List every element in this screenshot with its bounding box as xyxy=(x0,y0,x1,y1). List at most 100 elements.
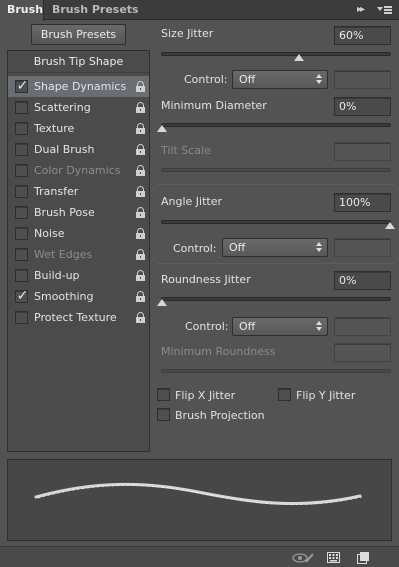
slider-thumb[interactable] xyxy=(385,222,395,229)
lock-icon[interactable] xyxy=(136,186,145,197)
option-checkbox[interactable] xyxy=(15,122,28,135)
double-chevron-right-icon[interactable]: ▸▸ xyxy=(352,3,368,17)
lock-icon[interactable] xyxy=(136,165,145,176)
control-label: Control: xyxy=(173,242,217,255)
brush-option-row[interactable]: Build-up xyxy=(8,265,149,286)
option-checkbox[interactable] xyxy=(15,164,28,177)
lock-icon[interactable] xyxy=(136,249,145,260)
control-extra-field xyxy=(334,317,391,336)
brush-presets-button[interactable]: Brush Presets xyxy=(31,24,126,45)
option-label: Dual Brush xyxy=(34,143,95,156)
option-label: Protect Texture xyxy=(34,311,117,324)
option-checkbox[interactable] xyxy=(15,311,28,324)
tab-brush[interactable]: Brush xyxy=(0,0,44,21)
slider-thumb[interactable] xyxy=(293,54,304,61)
angle-jitter-label: Angle Jitter xyxy=(161,195,223,208)
tilt-scale-value xyxy=(334,142,391,161)
roundness-jitter-slider[interactable] xyxy=(157,297,391,306)
size-jitter-value[interactable]: 60% xyxy=(334,26,391,45)
minimum-roundness-label: Minimum Roundness xyxy=(161,345,276,358)
size-jitter-control-select[interactable]: Off xyxy=(232,70,328,89)
brush-option-row[interactable]: Wet Edges xyxy=(8,244,149,265)
roundness-jitter-label: Roundness Jitter xyxy=(161,273,251,286)
stroke-preview-graphic xyxy=(34,482,363,506)
select-value: Off xyxy=(229,241,246,254)
option-label: Build-up xyxy=(34,269,80,282)
option-checkbox[interactable] xyxy=(15,227,28,240)
tilt-scale-slider xyxy=(161,168,391,172)
size-jitter-slider[interactable] xyxy=(161,52,391,61)
tab-brush-presets[interactable]: Brush Presets xyxy=(45,0,146,20)
lock-icon[interactable] xyxy=(136,123,145,134)
brush-option-row[interactable]: Noise xyxy=(8,223,149,244)
grid-icon[interactable] xyxy=(327,552,340,563)
option-label: Noise xyxy=(34,227,65,240)
brush-option-row[interactable]: Texture xyxy=(8,118,149,139)
flip-x-jitter-checkbox[interactable] xyxy=(157,388,170,401)
lock-icon[interactable] xyxy=(136,270,145,281)
brush-projection-label: Brush Projection xyxy=(175,409,265,422)
lock-icon[interactable] xyxy=(136,228,145,239)
option-checkbox[interactable] xyxy=(15,101,28,114)
brush-option-row[interactable]: ✓ Smoothing xyxy=(8,286,149,307)
updown-arrow-icon xyxy=(316,74,322,85)
option-label: Brush Pose xyxy=(34,206,95,219)
flip-x-jitter-label: Flip X Jitter xyxy=(175,389,236,402)
minimum-diameter-value[interactable]: 0% xyxy=(334,97,391,116)
panel-footer xyxy=(0,546,399,567)
brush-option-row[interactable]: Protect Texture xyxy=(8,307,149,328)
option-label: Wet Edges xyxy=(34,248,93,261)
option-checkbox[interactable] xyxy=(15,143,28,156)
lock-icon[interactable] xyxy=(136,291,145,302)
lock-icon[interactable] xyxy=(136,312,145,323)
roundness-jitter-value[interactable]: 0% xyxy=(334,271,391,290)
checkmark-icon: ✓ xyxy=(16,78,29,94)
angle-jitter-value[interactable]: 100% xyxy=(334,193,391,212)
slider-thumb[interactable] xyxy=(157,299,167,306)
lock-icon[interactable] xyxy=(136,81,145,92)
brush-tip-shape-item[interactable]: Brush Tip Shape xyxy=(8,51,149,73)
option-label: Transfer xyxy=(34,185,79,198)
lock-icon[interactable] xyxy=(136,207,145,218)
divider xyxy=(157,184,395,185)
panel-menu-icon[interactable] xyxy=(375,3,395,17)
minimum-diameter-slider[interactable] xyxy=(157,123,391,132)
lock-icon[interactable] xyxy=(136,144,145,155)
roundness-jitter-control-select[interactable]: Off xyxy=(232,317,328,336)
lock-icon[interactable] xyxy=(136,102,145,113)
option-checkbox[interactable] xyxy=(15,248,28,261)
size-jitter-label: Size Jitter xyxy=(161,27,214,40)
brush-option-row[interactable]: ✓ Shape Dynamics xyxy=(8,76,149,97)
brush-option-row[interactable]: Dual Brush xyxy=(8,139,149,160)
brush-projection-checkbox[interactable] xyxy=(157,408,170,421)
option-label: Smoothing xyxy=(34,290,94,303)
option-checkbox[interactable]: ✓ xyxy=(15,288,28,304)
new-preset-icon[interactable] xyxy=(357,552,369,564)
tilt-scale-label: Tilt Scale xyxy=(161,144,211,157)
brush-option-row[interactable]: Color Dynamics xyxy=(8,160,149,181)
updown-arrow-icon xyxy=(316,242,322,253)
option-label: Scattering xyxy=(34,101,91,114)
control-extra-field xyxy=(334,70,391,89)
angle-jitter-slider[interactable] xyxy=(161,220,395,229)
flip-y-jitter-checkbox[interactable] xyxy=(278,388,291,401)
control-label: Control: xyxy=(185,320,229,333)
eye-brush-toggle-icon[interactable] xyxy=(292,552,314,564)
option-checkbox[interactable]: ✓ xyxy=(15,78,29,94)
minimum-roundness-slider xyxy=(161,369,391,373)
control-label: Control: xyxy=(184,73,228,86)
option-checkbox[interactable] xyxy=(15,206,28,219)
updown-arrow-icon xyxy=(316,321,322,332)
control-extra-field xyxy=(334,238,391,257)
option-checkbox[interactable] xyxy=(15,185,28,198)
slider-thumb[interactable] xyxy=(157,125,167,132)
option-label: Shape Dynamics xyxy=(34,80,127,93)
brush-option-row[interactable]: Scattering xyxy=(8,97,149,118)
divider xyxy=(157,263,395,264)
option-checkbox[interactable] xyxy=(15,269,28,282)
angle-jitter-control-select[interactable]: Off xyxy=(222,238,328,257)
brush-stroke-preview xyxy=(7,459,392,541)
flip-y-jitter-label: Flip Y Jitter xyxy=(296,389,356,402)
brush-option-row[interactable]: Brush Pose xyxy=(8,202,149,223)
brush-option-row[interactable]: Transfer xyxy=(8,181,149,202)
